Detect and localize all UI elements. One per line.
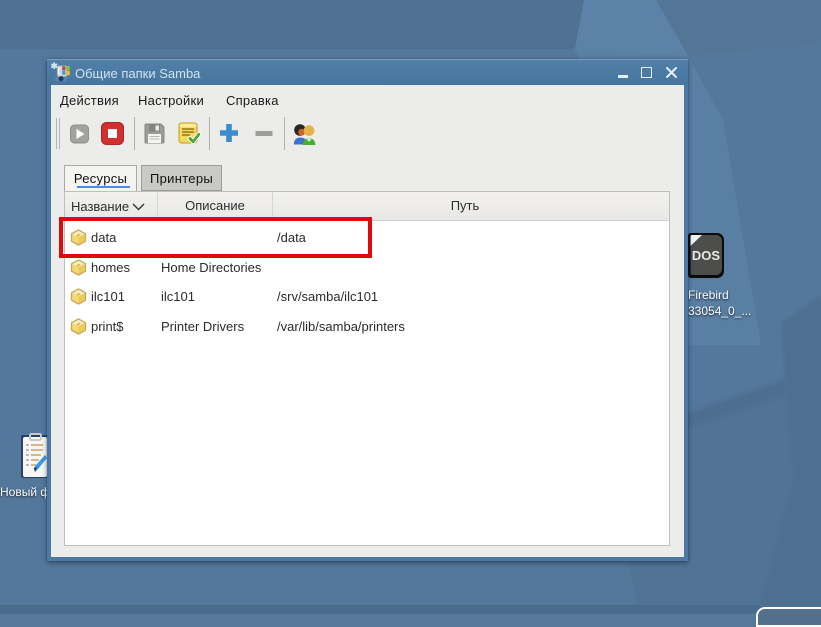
svg-text:DOS: DOS: [692, 248, 721, 263]
